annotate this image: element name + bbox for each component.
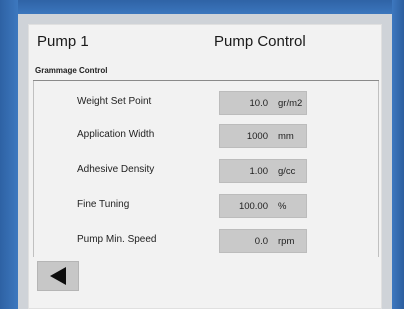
device-bezel-left — [0, 0, 18, 309]
weight-set-point-field[interactable]: 10.0 gr/m2 — [219, 91, 307, 115]
adhesive-density-label: Adhesive Density — [77, 164, 155, 175]
setting-row-pump-min-speed: Pump Min. Speed 0.0 rpm — [29, 229, 381, 253]
setting-row-adhesive-density: Adhesive Density 1.00 g/cc — [29, 159, 381, 183]
device-bezel-right — [392, 0, 404, 309]
back-button[interactable] — [37, 261, 79, 291]
pump-min-speed-value: 0.0 — [254, 236, 268, 247]
application-width-value: 1000 — [246, 131, 268, 142]
weight-set-point-label: Weight Set Point — [77, 96, 152, 107]
pump-min-speed-field[interactable]: 0.0 rpm — [219, 229, 307, 253]
hmi-screen: Pump 1 Pump Control Grammage Control Wei… — [28, 24, 382, 309]
device-bezel-top — [0, 0, 404, 14]
pump-min-speed-label: Pump Min. Speed — [77, 234, 157, 245]
application-width-unit: mm — [278, 131, 294, 142]
section-label: Grammage Control — [35, 66, 108, 75]
pump-min-speed-unit: rpm — [278, 236, 295, 247]
setting-row-weight-set-point: Weight Set Point 10.0 gr/m2 — [29, 91, 381, 115]
application-width-label: Application Width — [77, 129, 155, 140]
left-arrow-icon — [50, 267, 66, 285]
fine-tuning-value: 100.00 — [238, 201, 268, 212]
section-divider — [33, 80, 379, 81]
setting-row-application-width: Application Width 1000 mm — [29, 124, 381, 148]
fine-tuning-label: Fine Tuning — [77, 199, 130, 210]
adhesive-density-value: 1.00 — [249, 166, 269, 177]
fine-tuning-field[interactable]: 100.00 % — [219, 194, 307, 218]
weight-set-point-value: 10.0 — [249, 98, 269, 109]
adhesive-density-unit: g/cc — [278, 166, 296, 177]
fine-tuning-unit: % — [278, 201, 287, 212]
weight-set-point-unit: gr/m2 — [278, 98, 303, 109]
setting-row-fine-tuning: Fine Tuning 100.00 % — [29, 194, 381, 218]
pump-title: Pump 1 — [37, 33, 89, 50]
adhesive-density-field[interactable]: 1.00 g/cc — [219, 159, 307, 183]
application-width-field[interactable]: 1000 mm — [219, 124, 307, 148]
page-title: Pump Control — [214, 33, 306, 50]
